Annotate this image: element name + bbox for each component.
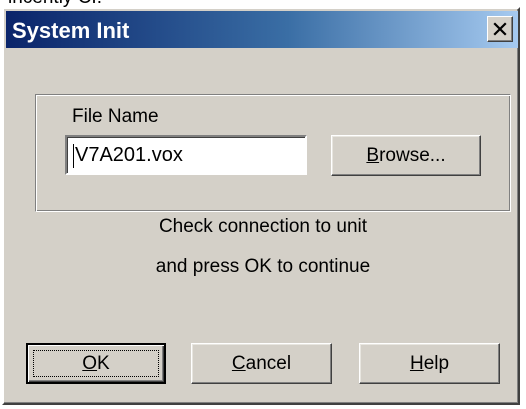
help-button-label: Help bbox=[409, 352, 450, 374]
file-name-value: V7A201.vox bbox=[75, 144, 183, 166]
cancel-button-label: Cancel bbox=[231, 352, 292, 374]
browse-button[interactable]: Browse... bbox=[331, 135, 481, 176]
system-init-dialog: System Init File Name V7A201.vox Browse.… bbox=[2, 7, 520, 405]
ok-button-label: OK bbox=[82, 352, 110, 374]
file-name-label: File Name bbox=[72, 106, 159, 127]
screenshot-root: incently CI: System Init File Name V7A20… bbox=[0, 0, 526, 409]
message-line-1: Check connection to unit bbox=[158, 216, 368, 237]
help-button[interactable]: Help bbox=[359, 343, 500, 384]
file-name-group: File Name V7A201.vox Browse... bbox=[35, 94, 511, 212]
cancel-button[interactable]: Cancel bbox=[191, 343, 332, 384]
window-title: System Init bbox=[12, 18, 130, 43]
file-name-field[interactable]: V7A201.vox bbox=[65, 135, 307, 175]
title-bar[interactable]: System Init bbox=[6, 11, 518, 48]
message-line-2: and press OK to continue bbox=[155, 256, 371, 277]
ok-button[interactable]: OK bbox=[26, 343, 166, 384]
close-icon bbox=[493, 22, 507, 36]
text-caret bbox=[73, 144, 74, 168]
browse-button-label: Browse... bbox=[366, 144, 446, 166]
close-button[interactable] bbox=[487, 16, 513, 42]
